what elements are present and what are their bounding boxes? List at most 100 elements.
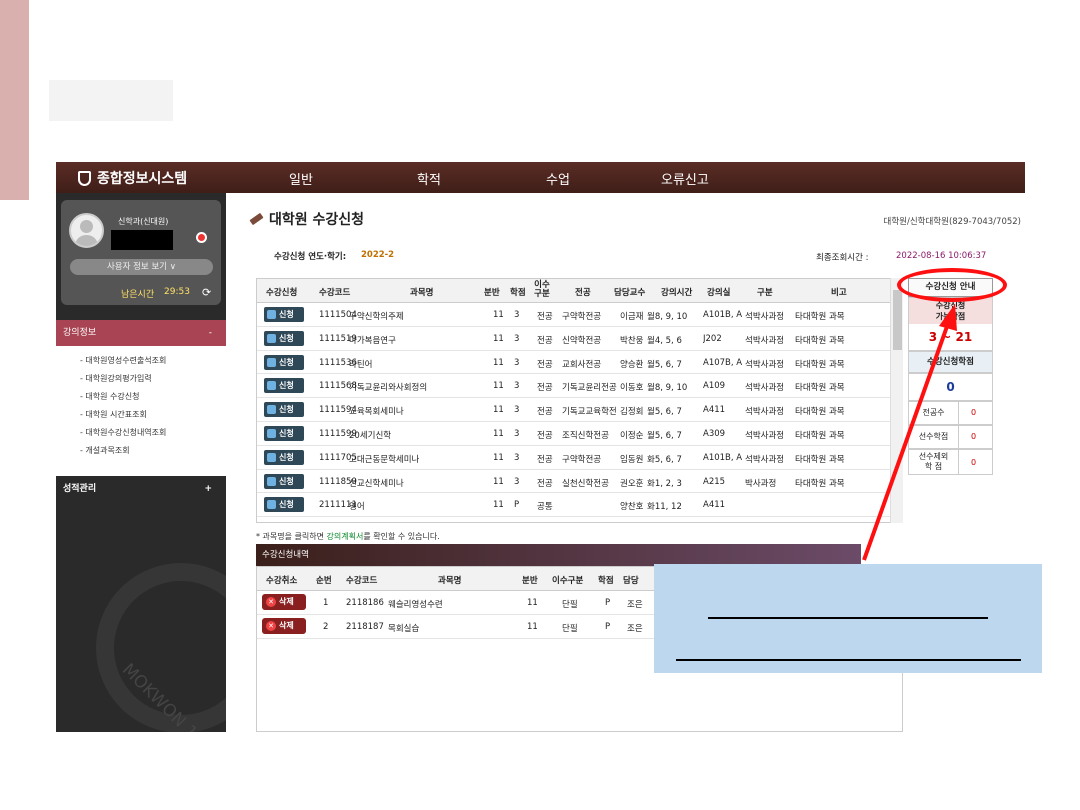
- table-row: 신청 1111599 20세기신학 11 3 전공 조직신학전공 이정순 월5, 6, 7 A30…: [257, 422, 902, 446]
- submenu-item[interactable]: - 개설과목조회: [80, 445, 226, 463]
- history-title-bar: 수강신청내역: [256, 544, 861, 566]
- avatar-body-icon: [75, 235, 98, 246]
- apply-button[interactable]: 신청: [264, 497, 304, 513]
- cell-room: J202: [703, 333, 722, 344]
- nav-class[interactable]: 수업: [546, 169, 570, 188]
- apply-button[interactable]: 신청: [264, 425, 304, 441]
- submenu-item[interactable]: - 대학원영성수련출석조회: [80, 355, 226, 373]
- prereq-ex-line1: 선수제외: [918, 452, 949, 461]
- cell-major: 실천신학전공: [562, 478, 609, 489]
- cell-major: 기독교윤리전공: [562, 383, 617, 394]
- user-info-button[interactable]: 사용자 정보 보기 ∨: [70, 259, 213, 275]
- apply-button[interactable]: 신청: [264, 354, 304, 370]
- annotation-ellipse: [897, 268, 1007, 302]
- syllabus-link[interactable]: 강의계획서: [327, 532, 364, 541]
- nav-error-report[interactable]: 오류신고: [661, 169, 709, 188]
- cell-div: 석박사과정: [745, 407, 785, 418]
- course-table-scrollbar[interactable]: [890, 278, 903, 523]
- cell-name[interactable]: 20세기신학: [349, 429, 391, 441]
- cell-cr: P: [605, 598, 611, 608]
- logout-icon[interactable]: [196, 232, 207, 243]
- cell-prof: 김정회: [620, 407, 644, 418]
- delete-button[interactable]: ✕ 삭제: [262, 617, 306, 634]
- cell-name[interactable]: 고대근동문학세미나: [349, 453, 419, 465]
- cell-type: 단필: [562, 600, 578, 610]
- apply-label: 신청: [279, 381, 294, 391]
- col-time: 강의시간: [661, 288, 693, 298]
- cell-room: A101B, A: [703, 452, 743, 463]
- cell-major: 조직신학전공: [562, 430, 609, 441]
- cell-name[interactable]: 선교신학세미나: [349, 477, 404, 489]
- cell-time: 월8, 9, 10: [647, 312, 688, 322]
- callout-underline: [676, 659, 1021, 661]
- slide-label-box: [49, 80, 173, 121]
- shield-icon: [78, 170, 91, 186]
- col-hist-professor: 담당: [623, 576, 639, 586]
- cell-cr: 3: [514, 333, 520, 344]
- prereq-credits-label: 선수학점: [909, 426, 959, 448]
- cell-cr: P: [605, 621, 611, 632]
- last-query-value: 2022-08-16 10:06:37: [896, 251, 987, 261]
- scrollbar-thumb[interactable]: [893, 290, 902, 350]
- apply-button[interactable]: 신청: [264, 402, 304, 418]
- cell-type: 전공: [537, 359, 553, 370]
- apply-label: 신청: [279, 333, 294, 343]
- cell-room: A215: [703, 476, 726, 487]
- cell-cr: 3: [514, 381, 520, 392]
- refresh-icon[interactable]: ⟳: [202, 286, 211, 299]
- cell-name[interactable]: 교육목회세미나: [349, 405, 404, 417]
- cell-div: 석박사과정: [745, 312, 785, 322]
- credit-summary-panel: 수강신청 안내 수강신청 가능학점 3 ~ 21 수강신청학점 0 전공수 0 선…: [908, 278, 993, 478]
- cell-type: 전공: [537, 407, 553, 418]
- cell-sec: 11: [493, 500, 504, 511]
- delete-label: 삭제: [279, 620, 294, 630]
- apply-icon: [267, 333, 276, 343]
- apply-button[interactable]: 신청: [264, 378, 304, 394]
- cell-name[interactable]: 기독교윤리와사회정의: [349, 381, 427, 393]
- submenu-item[interactable]: - 대학원수강신청내역조회: [80, 427, 226, 445]
- submenu-item[interactable]: - 대학원 시간표조회: [80, 409, 226, 427]
- cell-sec: 11: [527, 598, 538, 608]
- user-info-label: 사용자 정보 보기: [106, 262, 168, 272]
- apply-icon: [267, 428, 276, 438]
- page-title-text: 대학원 수강신청: [269, 212, 365, 228]
- table-row: 신청 1111519 마가복음연구 11 3 전공 신약학전공 박찬웅 월4, 5, 6 J202…: [257, 327, 902, 351]
- apply-button[interactable]: 신청: [264, 449, 304, 465]
- cell-div: 석박사과정: [745, 430, 785, 441]
- remaining-label: 남은시간: [121, 290, 155, 300]
- cell-type: 전공: [537, 430, 553, 441]
- cell-name[interactable]: 마가복음연구: [349, 334, 396, 346]
- system-logo[interactable]: 종합정보시스템: [78, 168, 187, 188]
- apply-button[interactable]: 신청: [264, 473, 304, 489]
- col-hist-section: 분반: [522, 576, 538, 586]
- cell-room: A309: [703, 428, 726, 439]
- delete-button[interactable]: ✕ 삭제: [262, 594, 306, 610]
- prereq-ex-line2: 학 점: [924, 462, 943, 471]
- apply-label: 신청: [279, 357, 294, 367]
- cell-cr: 3: [514, 357, 520, 368]
- course-table: 수강신청 수강코드 과목명 분반 학점 이수 구분 전공 담당교수 강의시간 강…: [256, 278, 903, 523]
- apply-button[interactable]: 신청: [264, 307, 304, 322]
- cell-time: 화5, 6, 7: [647, 454, 682, 465]
- cell-type: 전공: [537, 312, 553, 322]
- menu-lecture-label: 강의정보: [63, 328, 97, 338]
- cell-name[interactable]: 영어: [349, 500, 365, 512]
- sidebar: 신학과(신대원) 사용자 정보 보기 ∨ 남은시간 29:53 ⟳ 강의정보 -…: [56, 193, 226, 732]
- cell-type: 전공: [537, 454, 553, 465]
- table-row: 신청 1111705 고대근동문학세미나 11 3 전공 구약학전공 임동원 화5, 6, 7A…: [257, 446, 902, 470]
- cell-name[interactable]: 구약신학의주제: [349, 310, 404, 322]
- nav-academic[interactable]: 학적: [417, 169, 441, 188]
- cell-prof: 이금재: [620, 312, 644, 322]
- menu-grade-management[interactable]: 성적관리 +: [56, 476, 226, 502]
- table-row: 신청 2111111 영어 11 P 공통 양찬호 화11, 12 A411: [257, 493, 902, 518]
- cell-name[interactable]: 라틴어: [349, 358, 372, 370]
- nav-general[interactable]: 일반: [289, 169, 313, 188]
- submenu-item[interactable]: - 대학원 수강신청: [80, 391, 226, 409]
- col-hist-code: 수강코드: [346, 576, 378, 586]
- apply-button[interactable]: 신청: [264, 330, 304, 346]
- menu-lecture-info[interactable]: 강의정보 -: [56, 320, 226, 346]
- col-note: 비고: [831, 288, 847, 298]
- cell-div: 석박사과정: [745, 359, 785, 370]
- submenu-item[interactable]: - 대학원강의평가입력: [80, 373, 226, 391]
- cell-room: A411: [703, 405, 726, 416]
